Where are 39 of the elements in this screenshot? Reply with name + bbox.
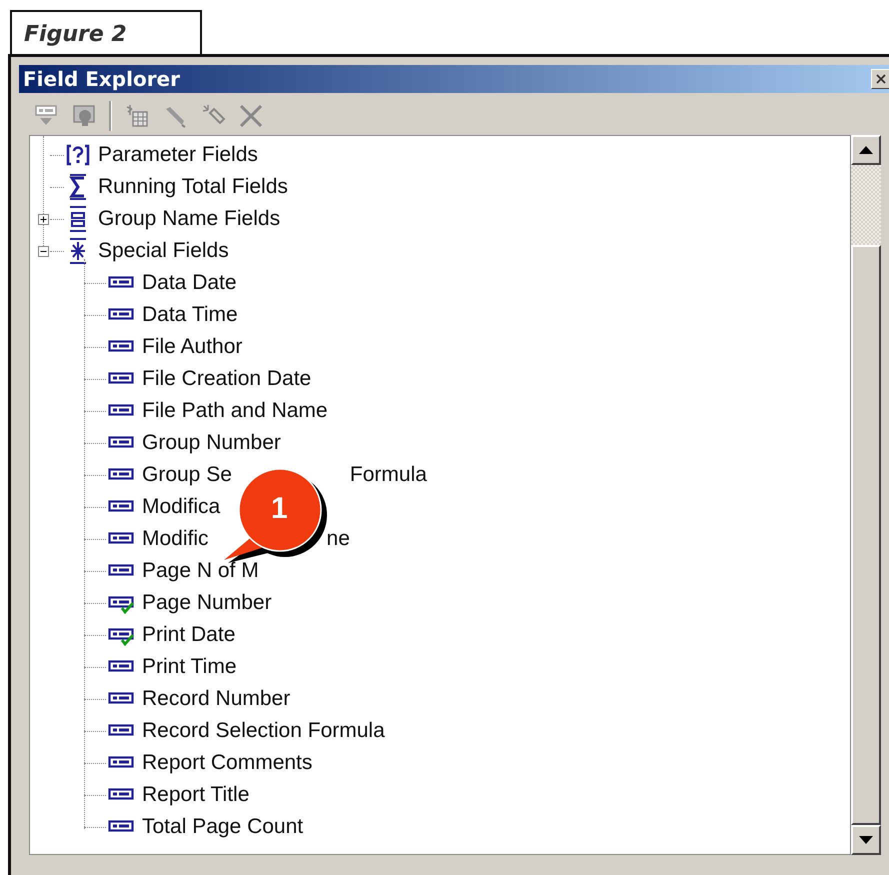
tree-item[interactable]: File Author — [142, 335, 242, 359]
tree-item[interactable]: Group Number — [142, 431, 281, 455]
parameter-icon — [66, 143, 90, 167]
tree-item[interactable]: Print Time — [142, 655, 237, 679]
tree-item[interactable]: Total Page Count — [142, 815, 304, 839]
tree-item[interactable]: Data Time — [142, 303, 238, 327]
tree-item[interactable]: Page N of M — [142, 559, 259, 583]
expand-icon[interactable] — [38, 214, 49, 224]
window-title: Field Explorer — [23, 67, 180, 91]
tree-item[interactable]: Running Total Fields — [98, 175, 288, 199]
tree-item[interactable]: Modific — [142, 527, 209, 551]
up-arrow-icon — [859, 146, 873, 154]
close-button[interactable] — [871, 69, 889, 89]
tree-item-fragment: Formula — [350, 463, 427, 487]
tree-item[interactable]: Record Selection Formula — [142, 719, 385, 743]
tree-item[interactable]: Report Title — [142, 783, 250, 807]
figure-caption: Figure 2 — [10, 10, 202, 54]
tree-item[interactable]: Data Date — [142, 271, 237, 295]
tree-item[interactable]: Group Name Fields — [98, 207, 280, 231]
tree-item[interactable]: Record Number — [142, 687, 290, 711]
scrollbar[interactable] — [851, 135, 881, 855]
tree-item[interactable]: Print Date — [142, 623, 236, 647]
tree-item[interactable]: Group Se — [142, 463, 232, 487]
scroll-down-button[interactable] — [851, 825, 881, 855]
down-arrow-icon — [859, 836, 873, 844]
callout-number: 1 — [271, 492, 288, 526]
tree-item[interactable]: Report Comments — [142, 751, 312, 775]
scroll-up-button[interactable] — [851, 135, 881, 165]
tree-item-fragment: ne — [326, 527, 350, 551]
tree-item[interactable]: Special Fields — [98, 239, 229, 263]
scroll-thumb[interactable] — [851, 245, 881, 825]
close-icon — [875, 73, 887, 85]
tree-item[interactable]: File Creation Date — [142, 367, 312, 391]
tree-item[interactable]: Page Number — [142, 591, 272, 615]
new-formula-icon[interactable] — [124, 103, 150, 129]
collapse-icon[interactable] — [38, 246, 49, 256]
tree-item[interactable]: Parameter Fields — [98, 143, 258, 167]
tree-item[interactable]: Modifica — [142, 495, 220, 519]
tree-item[interactable]: File Path and Name — [142, 399, 328, 423]
